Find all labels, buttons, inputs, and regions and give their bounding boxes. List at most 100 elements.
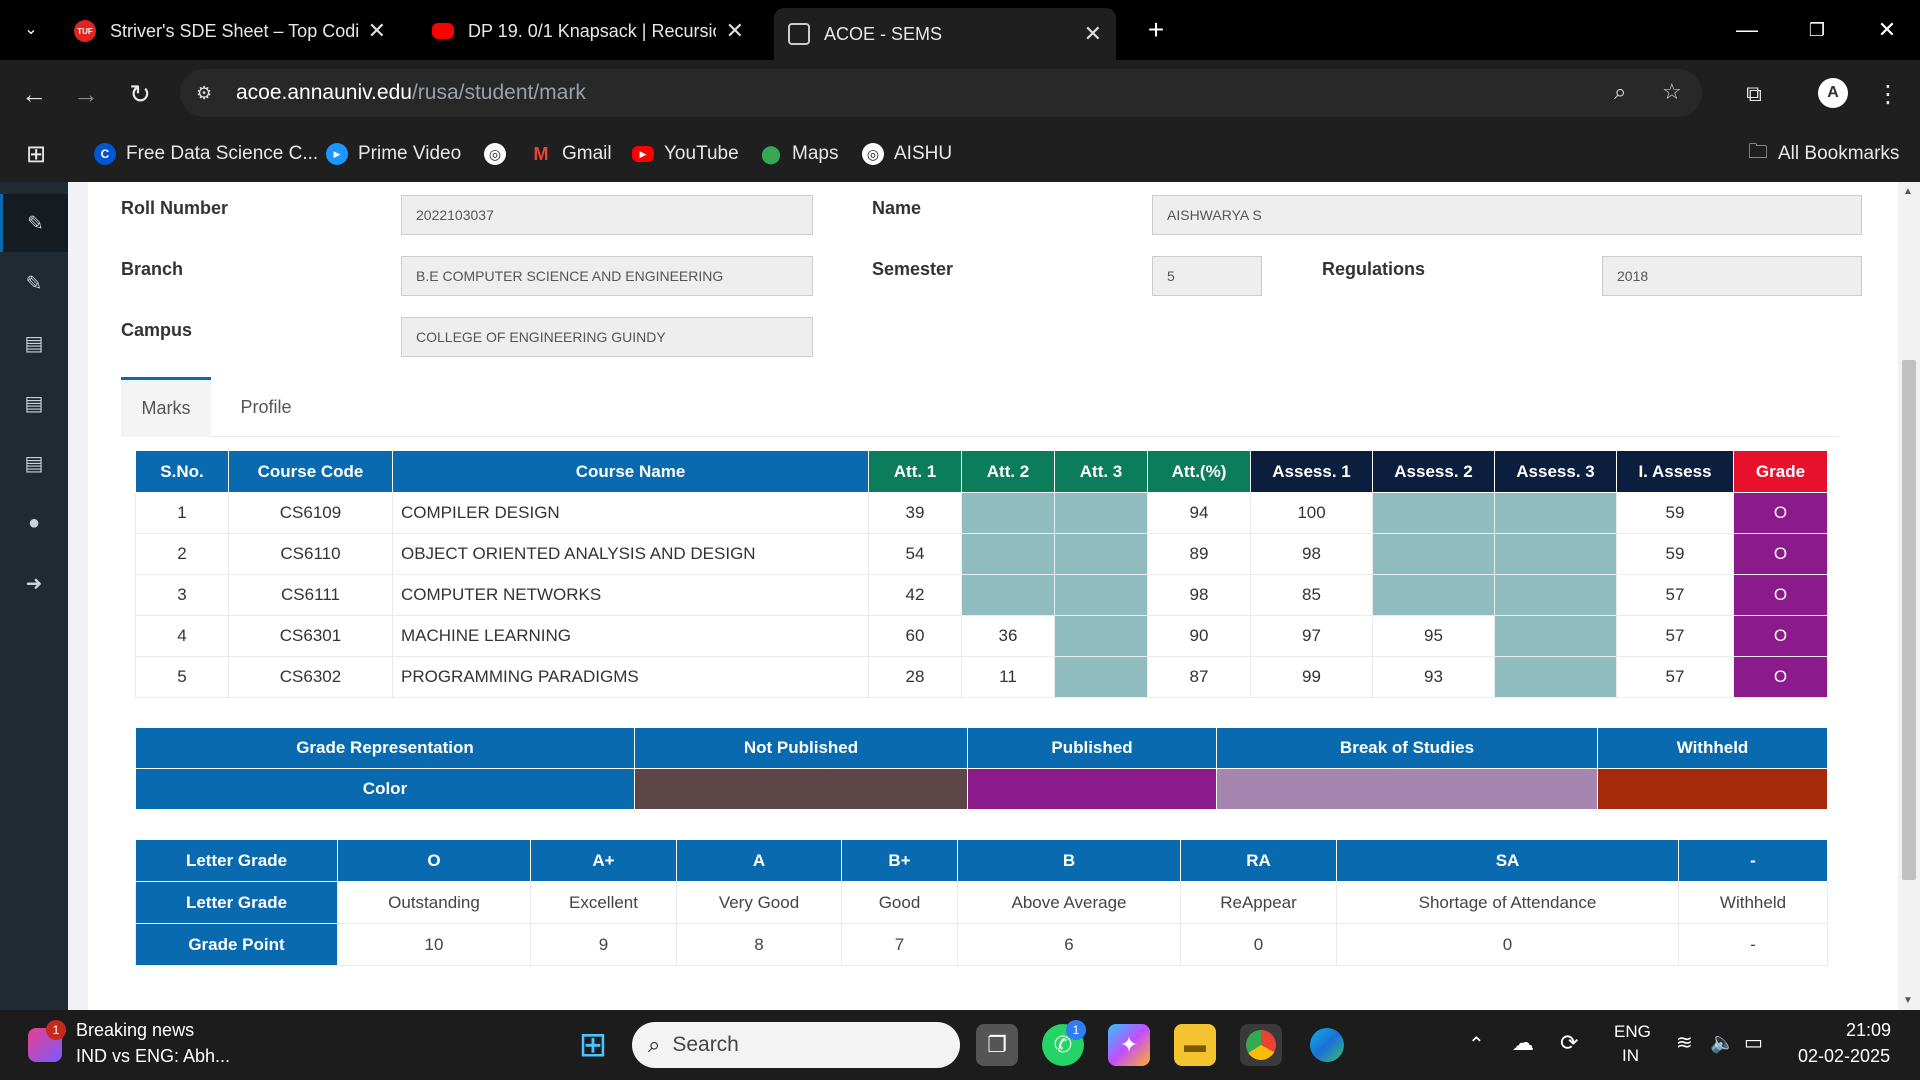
back-arrow-icon[interactable]: ← <box>16 76 52 112</box>
zoom-icon[interactable]: ⌕ <box>1614 79 1626 105</box>
profile-avatar[interactable]: A <box>1818 78 1848 108</box>
news-title[interactable]: Breaking news <box>76 1020 194 1041</box>
regulations-label: Regulations <box>1322 259 1426 279</box>
more-menu-icon[interactable]: ⋮ <box>1870 76 1906 112</box>
site-info-icon[interactable]: ⚙ <box>196 83 222 104</box>
bookmark-item[interactable]: C Free Data Science C... <box>94 140 318 168</box>
battery-icon[interactable]: ▭ <box>1744 1030 1763 1055</box>
close-icon[interactable]: ✕ <box>368 18 386 44</box>
task-view-icon[interactable]: ❐ <box>976 1024 1018 1066</box>
grade-point: 8 <box>676 923 842 966</box>
sidebar-item-profile[interactable]: ● <box>0 494 68 552</box>
language-region[interactable]: IN <box>1622 1046 1639 1066</box>
scrollbar-thumb[interactable] <box>1902 360 1916 880</box>
bookmark-label: Prime Video <box>358 143 462 164</box>
cell-att2: 36 <box>961 615 1055 657</box>
windows-start-icon[interactable]: ⊞ <box>572 1024 614 1066</box>
bookmark-label: Maps <box>792 143 839 164</box>
browser-tab-active[interactable]: ACOE - SEMS ✕ <box>774 8 1116 60</box>
bookmark-item[interactable]: M Gmail <box>530 140 612 168</box>
grade-rep-status: Not Published <box>634 727 968 769</box>
roll-number-label: Roll Number <box>121 198 229 218</box>
table-row: 4 CS6301 MACHINE LEARNING 60 36 90 97 95… <box>135 615 1828 657</box>
tuf-icon: TUF <box>74 20 96 42</box>
close-icon[interactable]: ✕ <box>1084 21 1102 47</box>
clock-date[interactable]: 02-02-2025 <box>1798 1046 1890 1067</box>
volume-icon[interactable]: 🔈 <box>1710 1030 1735 1055</box>
cell-att1: 28 <box>868 656 962 698</box>
grade-rep-status: Break of Studies <box>1216 727 1598 769</box>
name-label: Name <box>872 198 922 218</box>
close-icon[interactable]: ✕ <box>726 18 744 44</box>
tab-marks[interactable]: Marks <box>121 377 211 437</box>
chevron-up-icon[interactable]: ⌃ <box>1468 1032 1485 1057</box>
cell-assess2: 95 <box>1372 615 1495 657</box>
chrome-icon[interactable] <box>1240 1024 1282 1066</box>
apps-grid-icon[interactable]: ⊞ <box>26 140 46 168</box>
row-label: Letter Grade <box>135 839 338 882</box>
file-explorer-icon[interactable]: ▬ <box>1174 1024 1216 1066</box>
marks-header-row: S.No. Course Code Course Name Att. 1 Att… <box>135 450 1828 493</box>
cell-att-percent: 90 <box>1147 615 1251 657</box>
taskbar-search[interactable]: ⌕ Search <box>632 1022 960 1068</box>
sidebar-item-document[interactable]: ▤ <box>0 434 68 492</box>
bookmark-star-icon[interactable]: ☆ <box>1662 79 1682 105</box>
window-close-icon[interactable]: ✕ <box>1852 0 1920 60</box>
col-header: Grade <box>1733 450 1828 493</box>
cell-att3 <box>1054 533 1148 575</box>
sidebar-item-edit[interactable]: ✎ <box>0 254 68 312</box>
bookmark-item[interactable]: ◎ <box>484 140 516 168</box>
sidebar-item-marks[interactable]: ✎ <box>0 194 68 252</box>
grade-point: 9 <box>530 923 677 966</box>
cell-assess3 <box>1494 574 1617 616</box>
tab-title: DP 19. 0/1 Knapsack | Recursion <box>468 20 716 41</box>
bookmark-item[interactable]: ▶ YouTube <box>632 140 739 168</box>
cell-sno: 4 <box>135 615 229 657</box>
bookmark-item[interactable]: ◎ AISHU <box>862 140 952 168</box>
new-tab-plus-icon[interactable]: + <box>1138 12 1174 48</box>
cell-course-name: MACHINE LEARNING <box>392 615 869 657</box>
tab-title: Striver's SDE Sheet – Top Coding <box>110 20 358 41</box>
page-scrollbar[interactable]: ▲ ▼ <box>1898 182 1920 1010</box>
sync-icon[interactable]: ⟳ <box>1560 1030 1578 1056</box>
language-code[interactable]: ENG <box>1614 1022 1651 1042</box>
scroll-up-icon[interactable]: ▲ <box>1903 186 1913 197</box>
forward-arrow-icon[interactable]: → <box>68 76 104 112</box>
minimize-icon[interactable]: — <box>1712 0 1782 60</box>
copilot-icon[interactable]: ✦ <box>1108 1024 1150 1066</box>
restore-icon[interactable]: ❐ <box>1782 0 1852 60</box>
cell-att2: 11 <box>961 656 1055 698</box>
sidebar-item-document[interactable]: ▤ <box>0 374 68 432</box>
sidebar-item-document[interactable]: ▤ <box>0 314 68 372</box>
globe-icon: ◎ <box>862 143 884 165</box>
grade-letter: RA <box>1180 839 1337 882</box>
browser-tab[interactable]: TUF Striver's SDE Sheet – Top Coding ✕ <box>60 10 400 52</box>
news-subtitle[interactable]: IND vs ENG: Abh... <box>76 1046 230 1067</box>
address-bar[interactable]: ⚙ acoe.annauniv.edu/rusa/student/mark ⌕ … <box>180 69 1702 117</box>
browser-tab-bar: ⌄ TUF Striver's SDE Sheet – Top Coding ✕… <box>0 0 1920 60</box>
tab-profile[interactable]: Profile <box>211 377 321 437</box>
all-bookmarks[interactable]: 🗀 All Bookmarks <box>1748 140 1899 168</box>
clock-time[interactable]: 21:09 <box>1846 1020 1891 1041</box>
bookmark-item[interactable]: ▶ Prime Video <box>326 140 461 168</box>
windows-taskbar: 1 Breaking news IND vs ENG: Abh... ⊞ ⌕ S… <box>0 1010 1920 1080</box>
grade-color-row: Color <box>135 768 1828 810</box>
bookmark-item[interactable]: ⬤ Maps <box>760 140 839 168</box>
extensions-puzzle-icon[interactable]: ⧉ <box>1736 76 1772 112</box>
scroll-down-icon[interactable]: ▼ <box>1903 995 1913 1006</box>
wifi-icon[interactable]: ≋ <box>1676 1030 1693 1055</box>
cell-i-assess: 57 <box>1616 574 1734 616</box>
document-icon: ▤ <box>24 332 44 355</box>
col-header: S.No. <box>135 450 229 493</box>
tab-search-chevron-icon[interactable]: ⌄ <box>14 12 48 46</box>
reload-icon[interactable]: ↻ <box>122 76 158 112</box>
grade-rep-status: Published <box>967 727 1217 769</box>
col-header: Course Name <box>392 450 869 493</box>
browser-tab[interactable]: DP 19. 0/1 Knapsack | Recursion ✕ <box>418 10 758 52</box>
cell-assess3 <box>1494 492 1617 534</box>
onedrive-cloud-icon[interactable]: ☁ <box>1512 1030 1534 1056</box>
cell-assess1: 100 <box>1250 492 1373 534</box>
sidebar-item-logout[interactable]: ➜ <box>0 554 68 612</box>
edge-icon[interactable] <box>1306 1024 1348 1066</box>
cell-assess1: 97 <box>1250 615 1373 657</box>
